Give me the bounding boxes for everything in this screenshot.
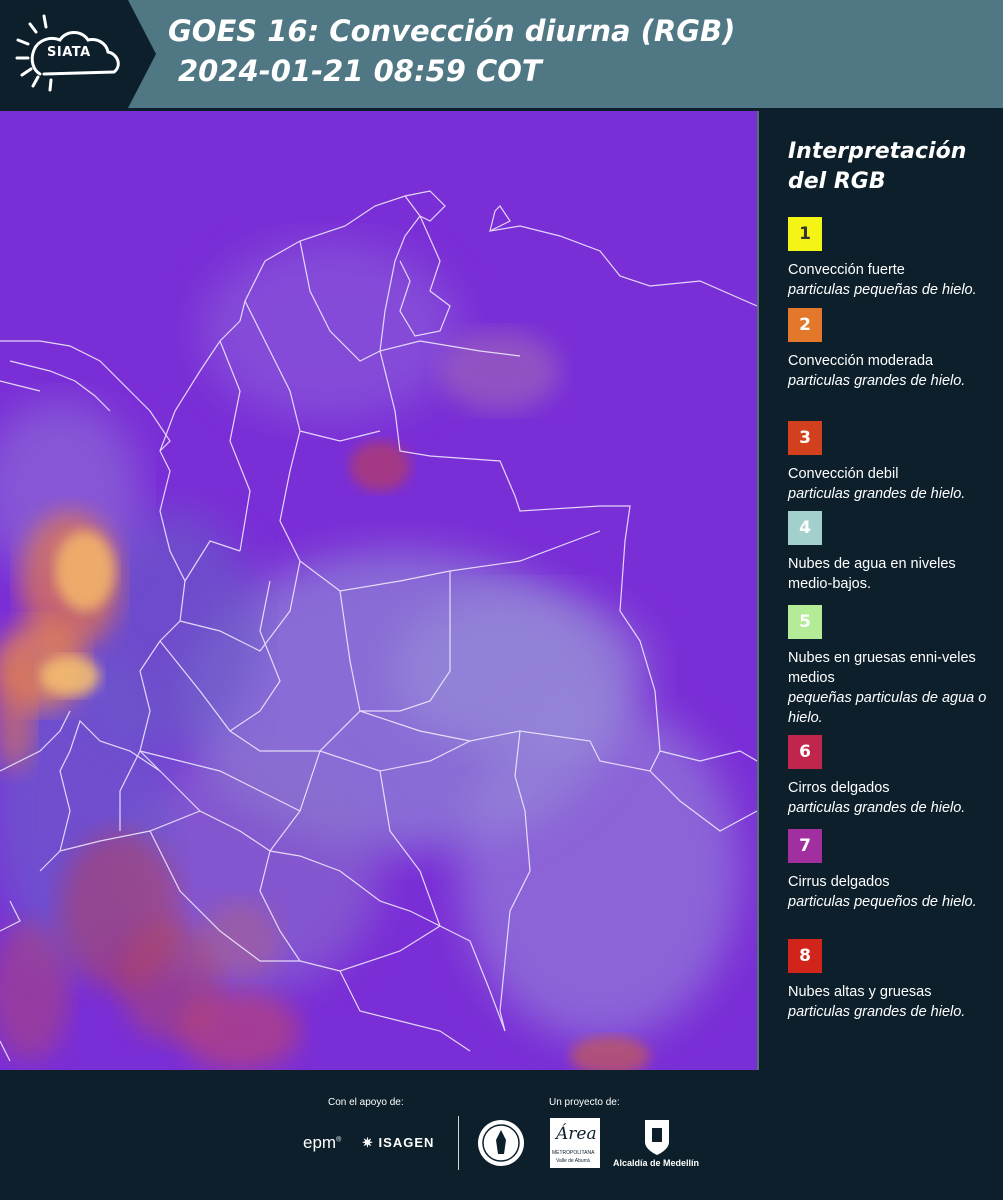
area-metropolitana-logo: Área METROPOLITANA Valle de Aburrá: [550, 1118, 600, 1168]
project-label: Un proyecto de:: [549, 1097, 620, 1108]
legend-item-desc: particulas grandes de hielo.: [788, 1004, 966, 1020]
legend-swatch: 4: [788, 511, 822, 545]
legend-item-desc: particulas pequeñas de hielo.: [788, 282, 977, 298]
legend-item-name: Nubes de agua en niveles medio-bajos.: [788, 556, 956, 592]
legend-item-name: Convección debil: [788, 466, 899, 482]
legend-item-desc: particulas grandes de hielo.: [788, 800, 966, 816]
legend-item-3: 3 Convección debil particulas grandes de…: [788, 421, 993, 504]
header-bar: SIATA GOES 16: Convección diurna (RGB) 2…: [0, 0, 1003, 108]
legend-item-name: Cirrus delgados: [788, 874, 890, 890]
logo-text: SIATA: [47, 45, 91, 60]
legend-title: Interpretación del RGB: [788, 139, 967, 194]
satellite-map[interactable]: [0, 111, 757, 1070]
legend-item-name: Convección fuerte: [788, 262, 905, 278]
legend-item-name: Cirros delgados: [788, 780, 890, 796]
gobernacion-seal-icon: [478, 1120, 524, 1166]
legend-item-2: 2 Convección moderada particulas grandes…: [788, 308, 993, 391]
legend-item-name: Nubes en gruesas enni-veles medios: [788, 650, 976, 686]
legend-item-1: 1 Convección fuerte particulas pequeñas …: [788, 217, 993, 300]
legend-item-5: 5 Nubes en gruesas enni-veles medios peq…: [788, 605, 993, 728]
page-title: GOES 16: Convección diurna (RGB): [168, 14, 736, 48]
map-divider: [757, 111, 759, 1070]
legend-item-desc: particulas pequeños de hielo.: [788, 894, 977, 910]
legend-swatch: 3: [788, 421, 822, 455]
legend-swatch: 5: [788, 605, 822, 639]
legend-item-6: 6 Cirros delgados particulas grandes de …: [788, 735, 993, 818]
alcaldia-label: Alcaldía de Medellín: [613, 1158, 700, 1168]
legend-item-desc: particulas grandes de hielo.: [788, 486, 966, 502]
legend-item-name: Convección moderada: [788, 353, 934, 369]
legend-swatch: 8: [788, 939, 822, 973]
legend-item-4: 4 Nubes de agua en niveles medio-bajos.: [788, 511, 993, 594]
isagen-logo: ✷ ISAGEN: [362, 1135, 435, 1150]
footer-divider: [458, 1116, 459, 1170]
legend-panel: Interpretación del RGB 1 Convección fuer…: [760, 111, 1003, 1070]
epm-logo: epm®: [303, 1133, 342, 1152]
logo-arrow-shape: [128, 0, 156, 108]
legend-item-desc: particulas grandes de hielo.: [788, 373, 966, 389]
map-image: [0, 111, 757, 1070]
legend-item-7: 7 Cirrus delgados particulas pequeños de…: [788, 829, 993, 912]
support-label: Con el apoyo de:: [328, 1097, 404, 1108]
legend-item-8: 8 Nubes altas y gruesas particulas grand…: [788, 939, 993, 1022]
siata-logo: SIATA: [0, 0, 128, 108]
legend-swatch: 6: [788, 735, 822, 769]
legend-item-desc: pequeñas particulas de agua o hielo.: [788, 690, 987, 726]
alcaldia-shield-icon: [645, 1120, 669, 1155]
legend-item-name: Nubes altas y gruesas: [788, 984, 932, 1000]
legend-swatch: 1: [788, 217, 822, 251]
legend-swatch: 2: [788, 308, 822, 342]
footer: Con el apoyo de: Un proyecto de: epm® ✷ …: [0, 1070, 1003, 1200]
page-timestamp: 2024-01-21 08:59 COT: [178, 54, 542, 88]
legend-swatch: 7: [788, 829, 822, 863]
isagen-mark-icon: ✷: [362, 1135, 374, 1150]
